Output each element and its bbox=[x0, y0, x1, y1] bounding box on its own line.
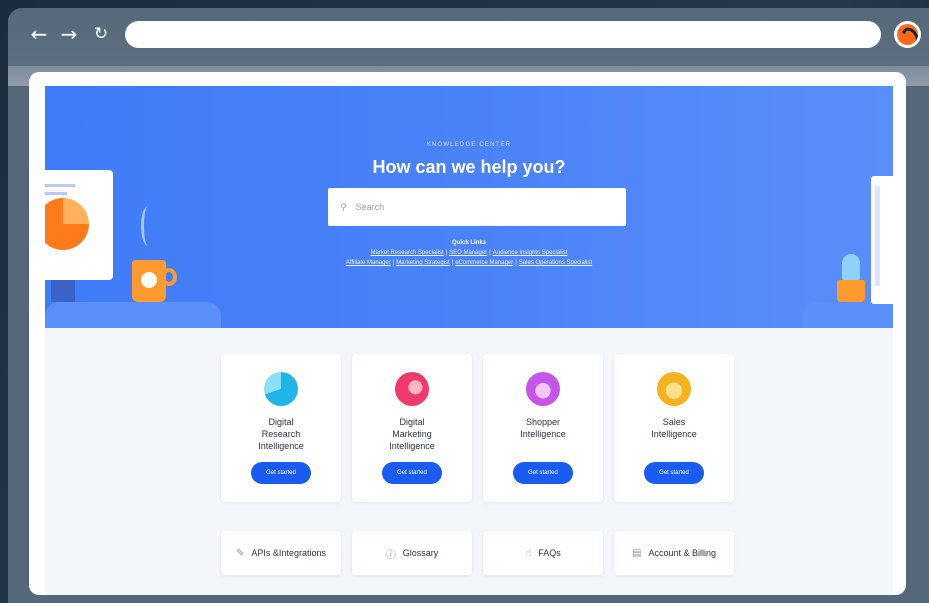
link-label: Glossary bbox=[402, 548, 439, 558]
quick-links-row-1: Market Research Specialist | SEO Manager | A… bbox=[370, 250, 568, 256]
link-faqs[interactable]: ☝ FAQs bbox=[483, 531, 603, 575]
quick-link[interactable]: Sales Operations Specialist bbox=[519, 260, 592, 266]
quick-link[interactable]: Marketing Strategist bbox=[396, 260, 449, 266]
thumbs-up-icon: ☝ bbox=[525, 547, 532, 559]
hero-kicker: KNOWLEDGE CENTER bbox=[426, 142, 512, 148]
page-frame: KNOWLEDGE CENTER How can we help you? ⚲ … bbox=[29, 72, 906, 595]
sales-wallet-icon bbox=[657, 372, 691, 406]
quick-link[interactable]: SEO Manager bbox=[449, 250, 487, 256]
info-icon: ⓘ bbox=[385, 549, 396, 561]
card-title: Digital Research Intelligence bbox=[258, 417, 304, 451]
quick-link[interactable]: eCommerce Manager bbox=[455, 260, 513, 266]
quick-links-row-2: Affiliate Manager | Marketing Strategist | e… bbox=[345, 260, 593, 266]
get-started-button[interactable]: Get started bbox=[251, 462, 311, 484]
desk-right-illustration bbox=[803, 302, 893, 328]
plant-icon bbox=[842, 254, 860, 280]
desk-illustration bbox=[45, 302, 221, 328]
product-card-marketing[interactable]: Digital Marketing Intelligence Get start… bbox=[352, 354, 472, 502]
link-apis-integrations[interactable]: ✎ APIs &Integrations bbox=[221, 531, 341, 575]
card-title: Digital Marketing Intelligence bbox=[389, 417, 435, 451]
product-card-research[interactable]: Digital Research Intelligence Get starte… bbox=[221, 354, 341, 502]
search-placeholder: Search bbox=[355, 202, 385, 212]
quick-link[interactable]: Market Research Specialist bbox=[371, 250, 444, 256]
arrow-right-icon[interactable]: → bbox=[58, 23, 80, 45]
arrow-left-icon[interactable]: ← bbox=[28, 23, 50, 45]
monitor-stand bbox=[51, 280, 75, 302]
shopper-bag-icon bbox=[526, 372, 560, 406]
card-title: Sales Intelligence bbox=[651, 417, 697, 439]
page-title: How can we help you? bbox=[372, 157, 566, 177]
mug-logo-icon bbox=[141, 272, 157, 288]
link-label: APIs &Integrations bbox=[251, 548, 326, 558]
marketing-megaphone-icon bbox=[395, 372, 429, 406]
link-label: Account & Billing bbox=[648, 548, 716, 558]
reload-icon[interactable]: ↻ bbox=[90, 23, 112, 45]
get-started-button[interactable]: Get started bbox=[382, 462, 442, 484]
plant-pot-icon bbox=[837, 280, 865, 302]
search-icon: ⚲ bbox=[340, 201, 347, 212]
document-icon: ▤ bbox=[632, 547, 642, 559]
quick-link[interactable]: Audience Insights Specialist bbox=[493, 250, 568, 256]
link-label: FAQs bbox=[538, 548, 561, 558]
product-card-shopper[interactable]: Shopper Intelligence Get started bbox=[483, 354, 603, 502]
pencil-icon: ✎ bbox=[236, 547, 245, 559]
link-account-billing[interactable]: ▤ Account & Billing bbox=[614, 531, 734, 575]
hero-banner: KNOWLEDGE CENTER How can we help you? ⚲ … bbox=[45, 86, 893, 328]
research-icon bbox=[264, 372, 298, 406]
card-title: Shopper Intelligence bbox=[520, 417, 566, 439]
product-section: Digital Research Intelligence Get starte… bbox=[45, 328, 893, 595]
get-started-button[interactable]: Get started bbox=[513, 462, 573, 484]
get-started-button[interactable]: Get started bbox=[644, 462, 704, 484]
quick-links-title: Quick Links bbox=[451, 240, 486, 246]
product-card-sales[interactable]: Sales Intelligence Get started bbox=[614, 354, 734, 502]
semrush-logo-mark bbox=[897, 24, 918, 45]
browser-toolbar: ← → ↻ bbox=[8, 8, 929, 66]
semrush-logo-icon[interactable] bbox=[894, 21, 921, 48]
search-input[interactable]: ⚲ Search bbox=[328, 188, 626, 226]
quick-link[interactable]: Affiliate Manager bbox=[346, 260, 391, 266]
link-glossary[interactable]: ⓘ Glossary bbox=[352, 531, 472, 575]
address-bar[interactable] bbox=[125, 21, 881, 48]
